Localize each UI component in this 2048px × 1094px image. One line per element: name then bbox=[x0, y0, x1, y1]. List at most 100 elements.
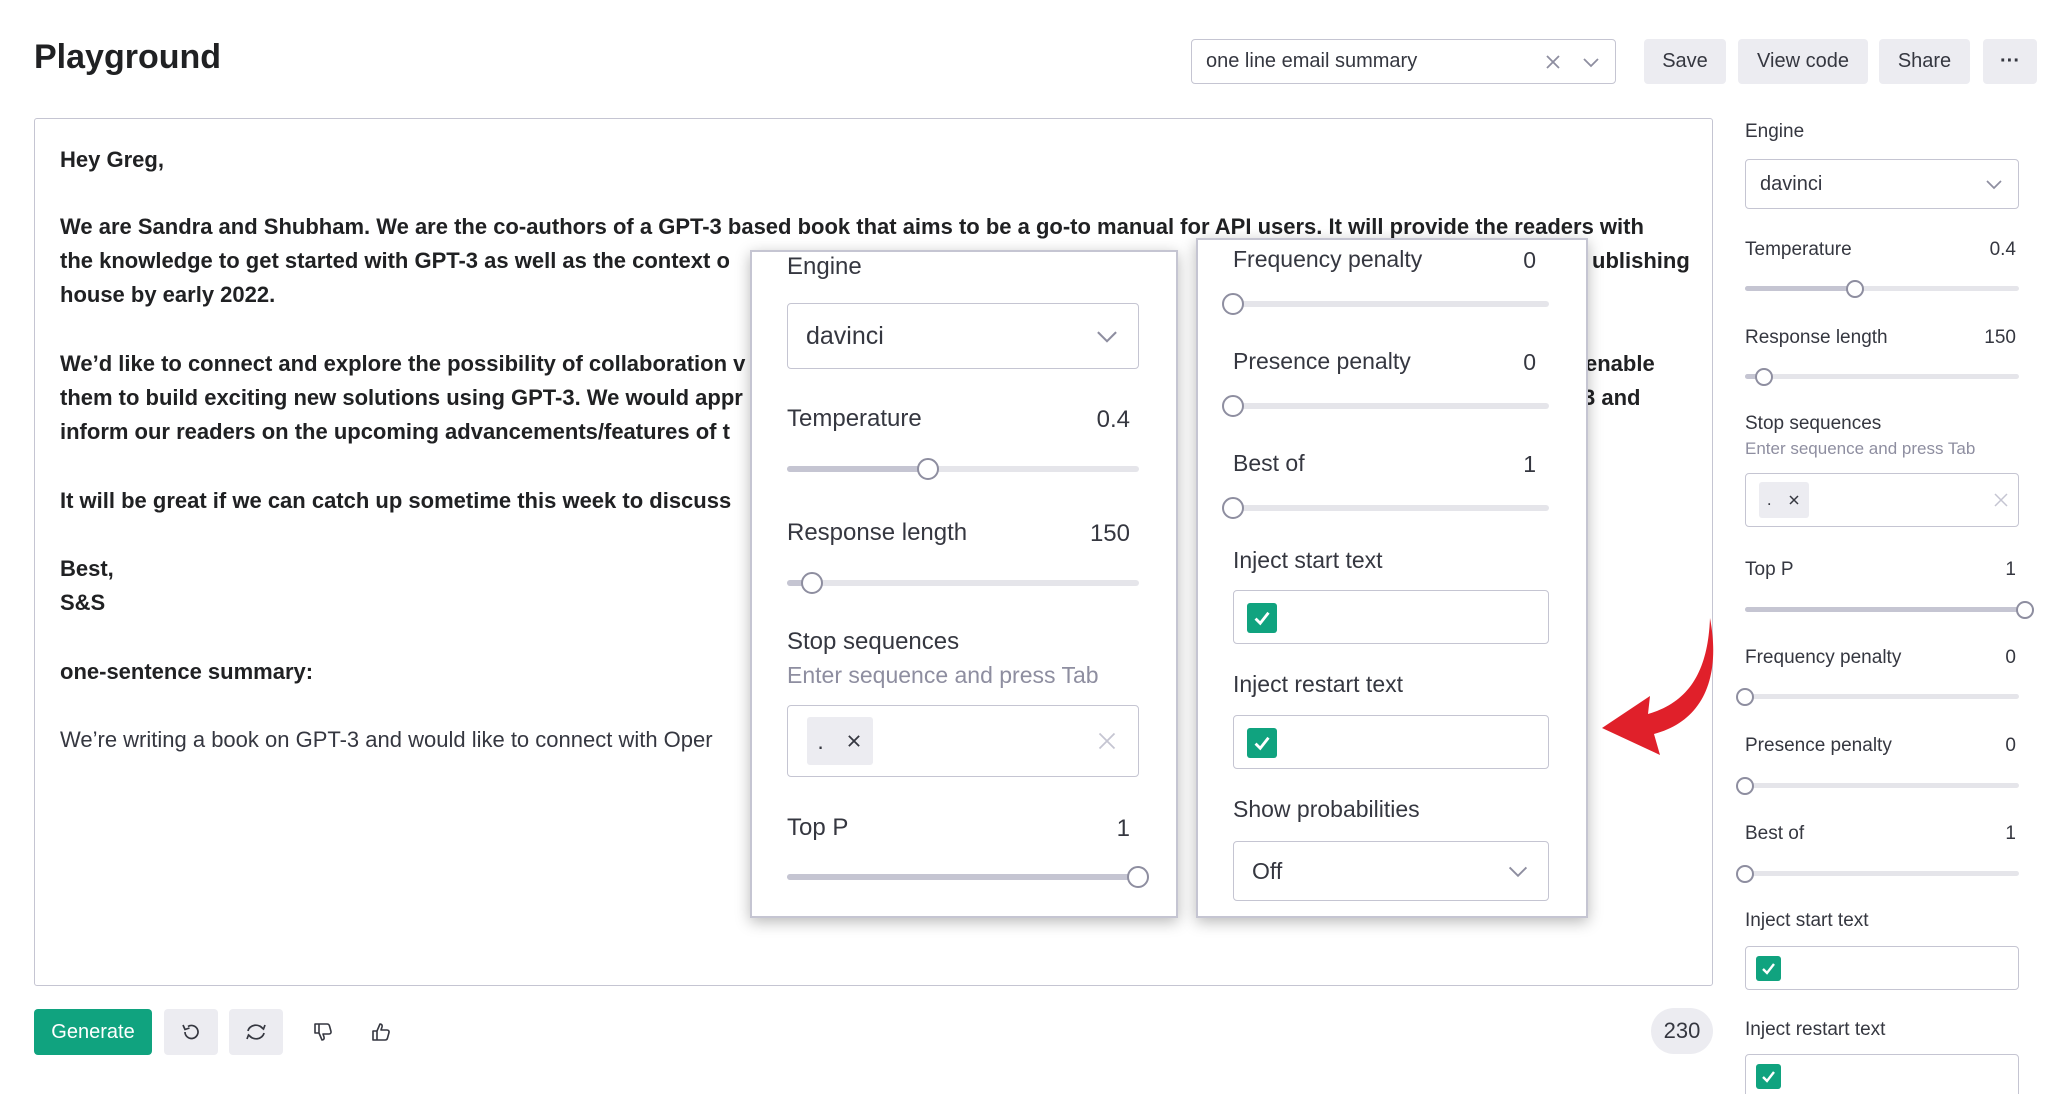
zoom-temperature-label: Temperature bbox=[787, 405, 922, 432]
top-p-slider-thumb[interactable] bbox=[2016, 600, 2034, 619]
zoom-temperature-slider-fill bbox=[787, 466, 928, 472]
best-of-label: Best of bbox=[1745, 823, 1805, 844]
frequency-penalty-slider[interactable] bbox=[1736, 687, 2019, 706]
zoom-best-of-label: Best of bbox=[1233, 450, 1305, 476]
top-p-slider[interactable] bbox=[1745, 600, 2034, 619]
zoom-response-length-slider-thumb[interactable] bbox=[800, 572, 823, 594]
zoom-frequency-penalty-label: Frequency penalty bbox=[1233, 246, 1423, 272]
zoom-frequency-penalty-value: 0 bbox=[1523, 247, 1536, 273]
zoom-top-p-slider-fill bbox=[787, 874, 1139, 880]
editor-line: enable bbox=[1585, 351, 1655, 376]
preset-select[interactable]: one line email summary bbox=[1191, 39, 1616, 84]
editor-line: one-sentence summary: bbox=[60, 659, 314, 684]
temperature-slider-fill bbox=[1745, 286, 1855, 291]
zoom-temperature-slider[interactable] bbox=[787, 458, 1139, 480]
editor-line: 3 and bbox=[1583, 385, 1641, 410]
zoom-presence-penalty-value: 0 bbox=[1523, 349, 1536, 375]
close-icon[interactable] bbox=[845, 732, 863, 750]
close-icon[interactable] bbox=[1787, 493, 1801, 507]
presence-penalty-label: Presence penalty bbox=[1745, 735, 1892, 756]
refresh-icon bbox=[246, 1024, 266, 1040]
response-length-slider-thumb[interactable] bbox=[1755, 367, 1774, 386]
editor-line: the knowledge to get started with GPT-3 … bbox=[60, 248, 730, 273]
zoom-stop-sequence-chip: . bbox=[807, 717, 873, 765]
zoom-show-probabilities-label: Show probabilities bbox=[1233, 796, 1420, 822]
zoom-inject-start-input[interactable] bbox=[1233, 590, 1549, 644]
zoom-inject-restart-checkbox[interactable] bbox=[1247, 728, 1277, 758]
zoom-show-probabilities-select[interactable]: Off bbox=[1233, 841, 1549, 901]
editor-line: Best, bbox=[60, 556, 114, 581]
zoom-top-p-value: 1 bbox=[1116, 815, 1130, 842]
page-title: Playground bbox=[34, 38, 222, 76]
zoom-frequency-penalty-slider-thumb[interactable] bbox=[1222, 293, 1244, 315]
chevron-down-icon[interactable] bbox=[1581, 52, 1601, 72]
stop-sequences-label: Stop sequences bbox=[1745, 413, 1882, 434]
best-of-slider-thumb[interactable] bbox=[1736, 864, 1754, 883]
undo-button[interactable] bbox=[164, 1009, 218, 1055]
temperature-value: 0.4 bbox=[1989, 239, 2016, 260]
frequency-penalty-slider-thumb[interactable] bbox=[1736, 687, 1754, 706]
zoom-engine-label: Engine bbox=[787, 253, 862, 280]
zoom-frequency-penalty-slider[interactable] bbox=[1222, 293, 1549, 315]
clear-icon[interactable] bbox=[1097, 731, 1117, 751]
zoom-show-probabilities-value: Off bbox=[1252, 857, 1283, 884]
zoom-stop-sequence-chip-text: . bbox=[817, 727, 824, 754]
zoom-response-length-slider[interactable] bbox=[787, 572, 1139, 594]
chevron-down-icon bbox=[1097, 331, 1117, 343]
editor-line: them to build exciting new solutions usi… bbox=[60, 385, 743, 410]
editor-line: Hey Greg, bbox=[60, 147, 164, 172]
editor-line: ublishing bbox=[1592, 248, 1690, 273]
editor-line: We are Sandra and Shubham. We are the co… bbox=[60, 214, 1644, 239]
zoom-best-of-slider[interactable] bbox=[1222, 497, 1549, 519]
inject-restart-label: Inject restart text bbox=[1745, 1019, 1886, 1040]
zoom-presence-penalty-slider-thumb[interactable] bbox=[1222, 395, 1244, 417]
zoom-inject-start-label: Inject start text bbox=[1233, 547, 1383, 573]
presence-penalty-slider[interactable] bbox=[1736, 776, 2019, 795]
generate-button[interactable]: Generate bbox=[34, 1009, 152, 1055]
zoom-response-length-label: Response length bbox=[787, 519, 968, 546]
top-p-label: Top P bbox=[1745, 559, 1794, 580]
clear-icon[interactable] bbox=[1993, 492, 2009, 508]
inject-start-input[interactable] bbox=[1745, 946, 2019, 990]
checkmark-icon bbox=[1254, 736, 1270, 751]
temperature-slider[interactable] bbox=[1745, 279, 2019, 298]
clear-icon[interactable] bbox=[1543, 52, 1563, 72]
share-button[interactable]: Share bbox=[1879, 39, 1970, 84]
thumbs-down-button[interactable] bbox=[303, 1012, 343, 1052]
checkmark-icon bbox=[1762, 1071, 1775, 1083]
inject-restart-checkbox[interactable] bbox=[1756, 1064, 1781, 1089]
temperature-slider-thumb[interactable] bbox=[1845, 279, 1864, 298]
zoom-top-p-slider-thumb[interactable] bbox=[1127, 866, 1149, 888]
zoom-engine-select[interactable]: davinci bbox=[787, 303, 1139, 369]
presence-penalty-value: 0 bbox=[2005, 735, 2016, 756]
zoom-inject-restart-input[interactable] bbox=[1233, 715, 1549, 769]
editor-line: S&S bbox=[60, 590, 106, 615]
response-length-label: Response length bbox=[1745, 327, 1888, 348]
zoom-best-of-slider-thumb[interactable] bbox=[1222, 497, 1244, 519]
view-code-button[interactable]: View code bbox=[1738, 39, 1868, 84]
inject-restart-input[interactable] bbox=[1745, 1054, 2019, 1094]
best-of-slider[interactable] bbox=[1736, 864, 2019, 883]
frequency-penalty-value: 0 bbox=[2005, 647, 2016, 668]
zoom-temperature-slider-thumb[interactable] bbox=[916, 458, 939, 480]
inject-start-checkbox[interactable] bbox=[1756, 956, 1781, 981]
more-options-button[interactable]: ··· bbox=[1983, 39, 2037, 84]
thumbs-down-icon bbox=[314, 1023, 332, 1041]
thumbs-up-button[interactable] bbox=[361, 1012, 401, 1052]
save-button[interactable]: Save bbox=[1644, 39, 1726, 84]
generated-line: We’re writing a book on GPT-3 and would … bbox=[60, 727, 713, 752]
zoom-best-of-value: 1 bbox=[1523, 451, 1536, 477]
presence-penalty-slider-thumb[interactable] bbox=[1736, 776, 1754, 795]
zoom-top-p-slider[interactable] bbox=[787, 866, 1149, 888]
engine-select[interactable]: davinci bbox=[1745, 159, 2019, 209]
frequency-penalty-label: Frequency penalty bbox=[1745, 647, 1902, 668]
response-length-slider[interactable] bbox=[1745, 367, 2019, 386]
response-length-value: 150 bbox=[1984, 327, 2016, 348]
editor-line: It will be great if we can catch up some… bbox=[60, 488, 732, 513]
zoom-stop-sequences-label: Stop sequences bbox=[787, 628, 960, 655]
regenerate-button[interactable] bbox=[229, 1009, 283, 1055]
zoom-presence-penalty-slider[interactable] bbox=[1222, 395, 1549, 417]
zoom-inject-start-checkbox[interactable] bbox=[1247, 603, 1277, 633]
top-p-slider-fill bbox=[1745, 607, 2034, 612]
stop-sequence-chip-text: . bbox=[1766, 490, 1772, 509]
